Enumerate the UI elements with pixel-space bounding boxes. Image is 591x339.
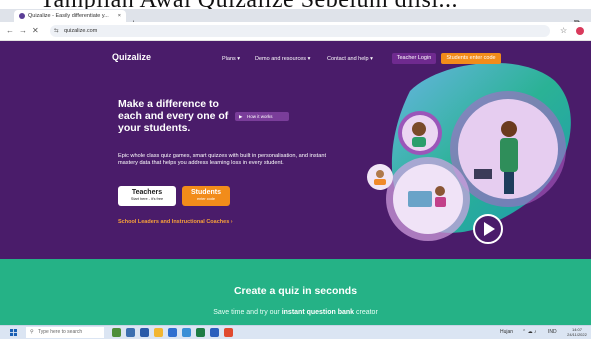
- mail-icon[interactable]: [182, 328, 191, 337]
- store-icon[interactable]: [168, 328, 177, 337]
- url-field[interactable]: ⇆ quizalize.com: [50, 25, 550, 37]
- bookmark-star-icon[interactable]: ☆: [560, 26, 567, 35]
- system-tray-icons[interactable]: ⌃ ☁ ♪: [522, 329, 536, 335]
- quizalize-page: Quizalize Plans ▾ Demo and resources ▾ C…: [0, 41, 591, 259]
- nav-contact-help[interactable]: Contact and help ▾: [327, 56, 373, 62]
- url-text: quizalize.com: [64, 28, 98, 34]
- profile-avatar[interactable]: [576, 27, 584, 35]
- excel-icon[interactable]: [196, 328, 205, 337]
- hero-heading: Make a difference to each and every one …: [118, 98, 229, 134]
- tab-title: Quizalize - Easily differentiate y...: [28, 13, 109, 19]
- taskview-icon[interactable]: [126, 328, 135, 337]
- create-quiz-subtext: Save time and try our instant question b…: [213, 309, 378, 316]
- search-icon: ⚲: [30, 329, 34, 335]
- teachers-button[interactable]: Teachers Start here - it's free: [118, 186, 176, 206]
- create-quiz-section: Create a quiz in seconds Save time and t…: [0, 259, 591, 325]
- windows-start-icon[interactable]: [10, 329, 17, 336]
- hero-description: Epic whole class quiz games, smart quizz…: [118, 153, 327, 166]
- how-it-works-button[interactable]: ▶ How it works: [235, 112, 289, 121]
- hero-illustration: [367, 62, 571, 244]
- teacher-login-button[interactable]: Teacher Login: [392, 53, 436, 64]
- taskbar-clock[interactable]: 14:07 24/11/2022: [565, 327, 589, 337]
- edge-icon[interactable]: [140, 328, 149, 337]
- school-leaders-link[interactable]: School Leaders and Instructional Coaches…: [118, 219, 233, 225]
- address-bar-row: ← → ✕ ⇆ quizalize.com ☆: [0, 22, 591, 41]
- weather-label[interactable]: Hujan: [500, 329, 513, 335]
- overlay-heading: Tampilan Awal Quizalize Sebelum diisi...: [0, 0, 591, 9]
- tab-close-icon[interactable]: ×: [118, 10, 121, 22]
- nav-demo-resources[interactable]: Demo and resources ▾: [255, 56, 310, 62]
- students-button[interactable]: Students enter code: [182, 186, 230, 206]
- create-quiz-heading: Create a quiz in seconds: [233, 285, 358, 297]
- forward-icon[interactable]: →: [19, 26, 27, 35]
- back-icon[interactable]: ←: [6, 26, 14, 35]
- browser-tab[interactable]: Quizalize - Easily differentiate y... ×: [14, 10, 126, 22]
- taskbar-app-icon[interactable]: [112, 328, 121, 337]
- chrome-icon[interactable]: [224, 328, 233, 337]
- file-explorer-icon[interactable]: [154, 328, 163, 337]
- word-icon[interactable]: [210, 328, 219, 337]
- taskbar-search-field[interactable]: ⚲ Type here to search: [26, 327, 104, 338]
- language-indicator[interactable]: IND: [548, 329, 557, 335]
- reload-icon[interactable]: ✕: [32, 26, 39, 35]
- students-enter-code-button[interactable]: Students enter code: [441, 53, 501, 64]
- browser-tab-strip: ⌄ Quizalize - Easily differentiate y... …: [0, 9, 591, 28]
- site-info-icon[interactable]: ⇆: [54, 25, 59, 37]
- play-icon: ▶: [239, 114, 243, 119]
- windows-taskbar: ⚲ Type here to search Hujan ⌃ ☁ ♪ IND 14…: [0, 325, 591, 339]
- quizalize-logo[interactable]: Quizalize: [112, 52, 151, 62]
- question-bank-link[interactable]: instant question bank: [282, 309, 354, 316]
- nav-plans[interactable]: Plans ▾: [222, 56, 240, 62]
- quizalize-favicon-icon: [19, 13, 25, 19]
